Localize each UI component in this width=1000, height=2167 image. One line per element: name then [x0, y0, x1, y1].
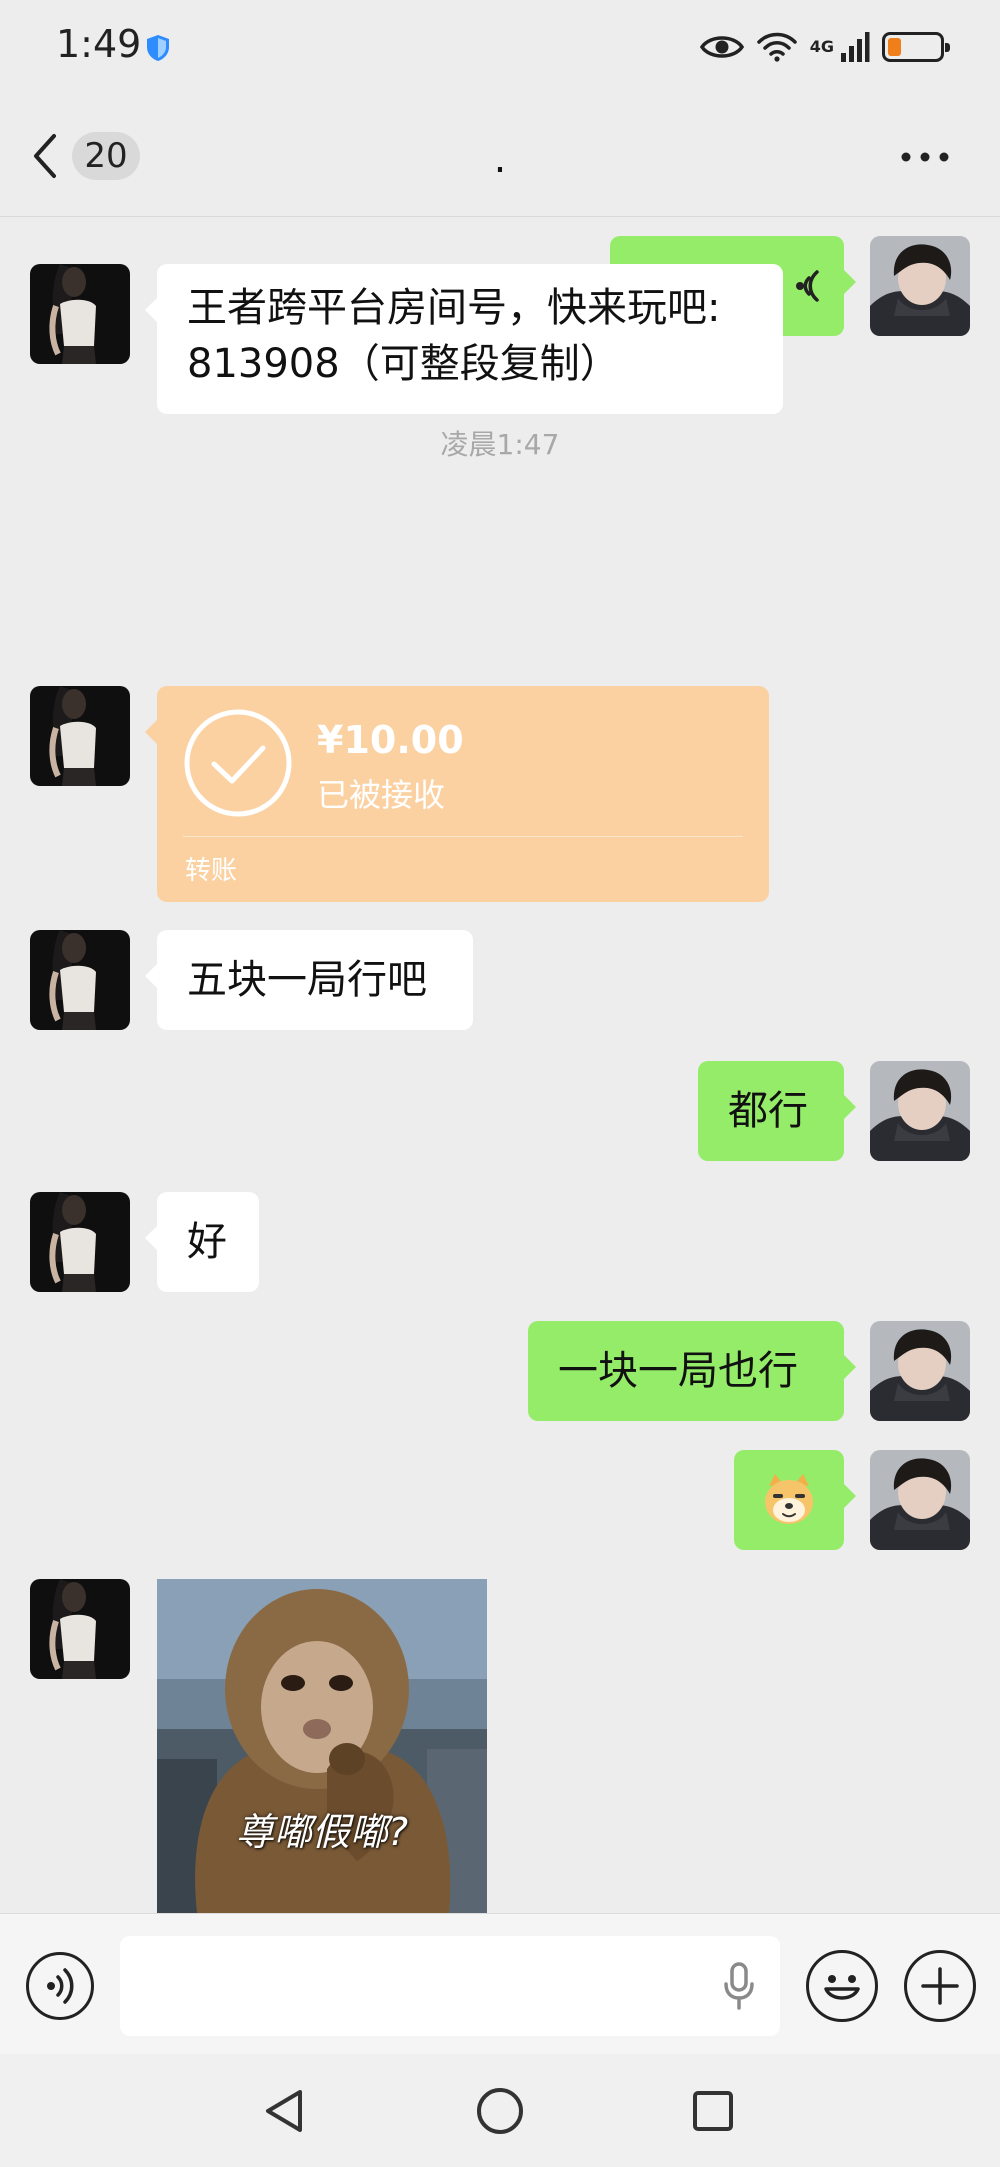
- unread-count-badge: 20: [72, 132, 140, 180]
- more-functions-button[interactable]: [904, 1950, 976, 2022]
- voice-input-toggle[interactable]: [26, 1952, 94, 2020]
- monkey-photo: [157, 1579, 487, 1913]
- status-time: 1:49: [56, 22, 142, 66]
- text-message-bubble[interactable]: 一块一局也行: [528, 1321, 856, 1421]
- self-avatar[interactable]: [870, 236, 970, 336]
- doge-emoji-icon: [765, 1474, 813, 1524]
- battery-icon: [882, 32, 950, 62]
- transfer-divider: [183, 836, 743, 837]
- emoji-message-bubble[interactable]: [734, 1450, 856, 1550]
- input-bar: [0, 1913, 1000, 2054]
- contact-avatar[interactable]: [30, 1579, 130, 1679]
- system-recent-apps-icon[interactable]: [692, 2090, 734, 2132]
- contact-avatar[interactable]: [30, 1192, 130, 1292]
- chat-title: .: [493, 136, 507, 182]
- wifi-icon: [756, 32, 797, 62]
- smiley-icon: [824, 1975, 860, 2000]
- network-type-label: 4G: [809, 37, 834, 56]
- message-line: 813908（可整段复制）: [187, 341, 620, 387]
- transfer-label: 转账: [185, 856, 238, 886]
- contact-avatar[interactable]: [30, 686, 130, 786]
- self-avatar[interactable]: [870, 1450, 970, 1550]
- message-text: 一块一局也行: [558, 1348, 798, 1394]
- chevron-left-icon: [34, 134, 56, 178]
- transfer-card[interactable]: ¥10.00 已被接收 转账: [145, 686, 769, 902]
- battery-level: [888, 38, 901, 56]
- message-text: 五块一局行吧: [187, 957, 427, 1003]
- status-icons: 4G: [699, 27, 950, 67]
- self-avatar[interactable]: [870, 1061, 970, 1161]
- message-text: 都行: [728, 1088, 808, 1134]
- chat-header: 20 .: [0, 96, 1000, 217]
- self-avatar[interactable]: [870, 1321, 970, 1421]
- meme-image[interactable]: 尊嘟假嘟?: [157, 1579, 487, 1913]
- shield-icon: [147, 35, 169, 61]
- text-message-bubble[interactable]: 都行: [698, 1061, 856, 1161]
- meme-caption: 尊嘟假嘟?: [235, 1810, 409, 1854]
- back-button[interactable]: 20: [30, 126, 160, 186]
- system-home-icon[interactable]: [475, 2086, 525, 2136]
- message-text: 好: [187, 1219, 227, 1265]
- plus-icon: [921, 1967, 959, 2005]
- emoji-button[interactable]: [806, 1950, 878, 2022]
- more-dots-icon: [901, 152, 949, 162]
- check-circle-icon: [184, 709, 292, 817]
- more-options-button[interactable]: [890, 132, 960, 182]
- text-message-bubble[interactable]: 王者跨平台房间号，快来玩吧: 813908（可整段复制）: [145, 264, 783, 414]
- text-message-bubble[interactable]: 五块一局行吧: [145, 930, 473, 1030]
- microphone-icon[interactable]: [722, 1962, 756, 2010]
- signal-icon: [841, 32, 870, 62]
- transfer-status: 已被接收: [317, 776, 446, 814]
- transfer-amount: ¥10.00: [317, 718, 464, 762]
- text-message-bubble[interactable]: 好: [145, 1192, 259, 1292]
- eye-icon: [699, 36, 744, 58]
- message-line: 王者跨平台房间号，快来玩吧:: [187, 285, 721, 331]
- message-input[interactable]: [120, 1936, 780, 2036]
- system-navigation-bar: [0, 2054, 1000, 2167]
- system-back-icon[interactable]: [262, 2088, 306, 2134]
- chat-messages[interactable]: 4" 王者跨平台房间号，快来玩吧: 813908（可整段复制） 凌: [0, 217, 1000, 1913]
- voice-wave-icon: [47, 1968, 74, 2004]
- contact-avatar[interactable]: [30, 930, 130, 1030]
- status-bar: 1:49 4G: [0, 0, 1000, 96]
- voice-wave-icon: [796, 270, 819, 302]
- contact-avatar[interactable]: [30, 264, 130, 364]
- message-timestamp: 凌晨1:47: [440, 428, 560, 461]
